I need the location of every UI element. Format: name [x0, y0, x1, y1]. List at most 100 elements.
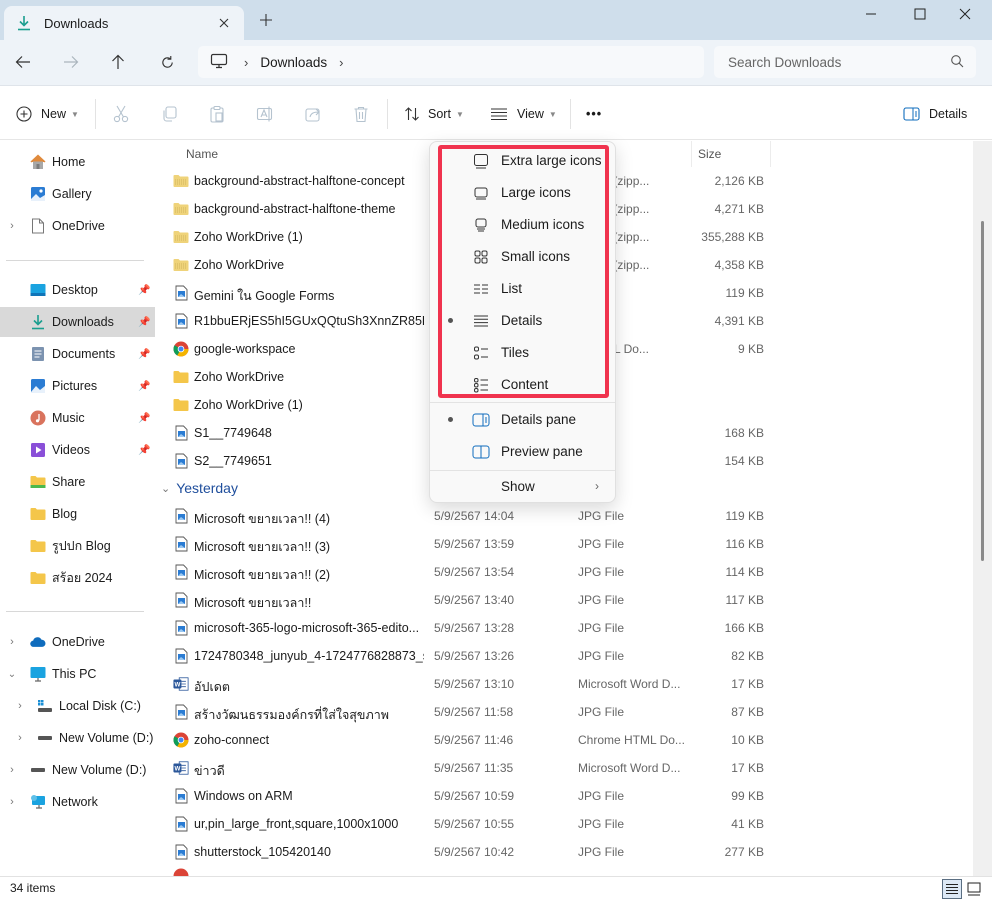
group-header-yesterday[interactable]: ⌄ Yesterday [161, 476, 238, 500]
chevron-down-icon[interactable]: ⌄ [7, 669, 17, 680]
refresh-button[interactable] [153, 50, 181, 74]
file-row[interactable]: Microsoft ขยายเวลา!! 5/9/2567 13:40 JPG Fi… [155, 586, 973, 614]
chevron-right-icon[interactable]: › [244, 55, 248, 70]
view-button[interactable]: View ▼ [490, 101, 557, 127]
menu-item-medium-icons[interactable]: Medium icons [430, 209, 615, 241]
sidebar-item-downloads[interactable]: Downloads 📌 [0, 307, 155, 337]
folder-icon [30, 474, 46, 490]
file-row[interactable]: microsoft-365-logo-microsoft-365-edito..… [155, 614, 973, 642]
sidebar-item-network[interactable]: › Network [0, 787, 155, 817]
sidebar-item-music[interactable]: Music 📌 [0, 403, 155, 433]
minimize-button[interactable] [848, 0, 894, 28]
column-header-size[interactable]: Size [698, 141, 721, 167]
pin-icon[interactable]: 📌 [138, 349, 150, 360]
sidebar-item-onedrive[interactable]: › OneDrive [0, 627, 155, 657]
column-separator[interactable] [770, 141, 771, 167]
sidebar-item-blog-covers[interactable]: รูปปก Blog [0, 531, 155, 561]
chevron-right-icon[interactable]: › [7, 220, 17, 232]
sidebar-item-new-volume-d[interactable]: › New Volume (D:) [0, 755, 155, 785]
file-row[interactable]: Microsoft ขยายเวลา!! (2) 5/9/2567 13:54 JP… [155, 558, 973, 586]
tab-downloads[interactable]: Downloads [4, 6, 244, 40]
more-options-button[interactable]: ••• [586, 101, 602, 127]
sidebar-item-this-pc[interactable]: ⌄ This PC [0, 659, 155, 689]
chevron-right-icon[interactable]: › [7, 764, 17, 776]
chevron-down-icon[interactable]: ⌄ [161, 482, 170, 495]
sidebar-item-share[interactable]: Share [0, 467, 155, 497]
file-row[interactable]: Microsoft ขยายเวลา!! (4) 5/9/2567 14:04 JP… [155, 502, 973, 530]
search-input[interactable]: Search Downloads [728, 55, 841, 70]
forward-button[interactable] [57, 50, 85, 74]
menu-item-extra-large-icons[interactable]: Extra large icons [430, 145, 615, 177]
menu-item-large-icons[interactable]: Large icons [430, 177, 615, 209]
chevron-right-icon[interactable]: › [7, 636, 17, 648]
column-header-name[interactable]: Name [186, 141, 218, 167]
share-button[interactable] [304, 101, 322, 127]
details-view-toggle[interactable] [942, 879, 962, 899]
sidebar-item-videos[interactable]: Videos 📌 [0, 435, 155, 465]
sidebar-item-pictures[interactable]: Pictures 📌 [0, 371, 155, 401]
menu-item-tiles[interactable]: Tiles [430, 337, 615, 369]
paste-button[interactable] [208, 101, 226, 127]
close-tab-button[interactable] [214, 13, 234, 33]
search-icon[interactable] [950, 54, 964, 71]
sidebar-item-onedrive-personal[interactable]: › OneDrive [0, 211, 155, 241]
chevron-right-icon[interactable]: › [15, 700, 25, 712]
close-window-button[interactable] [942, 0, 988, 28]
pin-icon[interactable]: 📌 [138, 381, 150, 392]
file-date-modified: 5/9/2567 11:35 [434, 761, 514, 775]
delete-button[interactable] [352, 101, 370, 127]
menu-item-small-icons[interactable]: Small icons [430, 241, 615, 273]
maximize-button[interactable] [897, 0, 943, 28]
new-tab-button[interactable] [256, 10, 276, 30]
pin-icon[interactable]: 📌 [138, 445, 150, 456]
menu-item-list[interactable]: List [430, 273, 615, 305]
pin-icon[interactable]: 📌 [138, 285, 150, 296]
chevron-right-icon[interactable]: › [7, 796, 17, 808]
menu-item-preview-pane[interactable]: Preview pane [430, 436, 615, 468]
menu-item-content[interactable]: Content [430, 369, 615, 401]
up-button[interactable] [104, 50, 132, 74]
menu-item-details[interactable]: Details [430, 305, 615, 337]
this-pc-icon[interactable] [210, 53, 228, 71]
details-pane-button[interactable]: Details [903, 101, 967, 127]
file-row[interactable]: 1724780348_junyub_4-1724776828873_sto...… [155, 642, 973, 670]
file-row[interactable]: สร้างวัฒนธรรมองค์กรที่ใส่ใจสุขภาพ 5/9/256… [155, 698, 973, 726]
sidebar-item-blog[interactable]: Blog [0, 499, 155, 529]
menu-item-show[interactable]: Show › [430, 471, 615, 503]
file-row-partial[interactable] [155, 862, 973, 876]
copy-button[interactable] [160, 101, 178, 127]
back-button[interactable] [9, 50, 37, 74]
chevron-right-icon[interactable]: › [15, 732, 25, 744]
image-icon [173, 788, 189, 804]
new-button[interactable]: New ▼ [16, 101, 79, 127]
sidebar-item-documents[interactable]: Documents 📌 [0, 339, 155, 369]
chevron-right-icon[interactable]: › [339, 55, 343, 70]
rename-button[interactable] [256, 101, 274, 127]
file-row[interactable]: zoho-connect 5/9/2567 11:46 Chrome HTML Do… [155, 726, 973, 754]
sidebar-item-new-volume-d-nested[interactable]: › New Volume (D:) [0, 723, 155, 753]
file-row[interactable]: W อัปเดต 5/9/2567 13:10 Microsoft Word D...… [155, 670, 973, 698]
address-bar[interactable]: › Downloads › [198, 46, 704, 78]
sidebar-item-soi-2024[interactable]: สร้อย 2024 [0, 563, 155, 593]
breadcrumb-downloads[interactable]: Downloads [260, 55, 327, 70]
sidebar-item-label: New Volume (D:) [52, 763, 147, 777]
scrollbar-thumb[interactable] [981, 221, 984, 561]
file-row[interactable]: ur,pin_large_front,square,1000x1000 5/9/2… [155, 810, 973, 838]
vertical-scrollbar[interactable] [973, 141, 992, 876]
file-row[interactable]: W ข่าวดี 5/9/2567 11:35 Microsoft Word D...… [155, 754, 973, 782]
menu-item-details-pane[interactable]: Details pane [430, 404, 615, 436]
column-separator[interactable] [691, 141, 692, 167]
sidebar-item-local-disk-c[interactable]: › Local Disk (C:) [0, 691, 155, 721]
sidebar-item-gallery[interactable]: Gallery [0, 179, 155, 209]
pin-icon[interactable]: 📌 [138, 317, 150, 328]
sidebar-item-home[interactable]: Home [0, 147, 155, 177]
cut-button[interactable] [112, 101, 130, 127]
large-icons-view-toggle[interactable] [964, 879, 984, 899]
pin-icon[interactable]: 📌 [138, 413, 150, 424]
sidebar-item-desktop[interactable]: Desktop 📌 [0, 275, 155, 305]
sort-button[interactable]: Sort ▼ [404, 101, 464, 127]
file-row[interactable]: Microsoft ขยายเวลา!! (3) 5/9/2567 13:59 JP… [155, 530, 973, 558]
search-box[interactable]: Search Downloads [714, 46, 976, 78]
file-row[interactable]: Windows on ARM 5/9/2567 10:59 JPG File 99 K… [155, 782, 973, 810]
file-name: Windows on ARM [194, 789, 293, 803]
